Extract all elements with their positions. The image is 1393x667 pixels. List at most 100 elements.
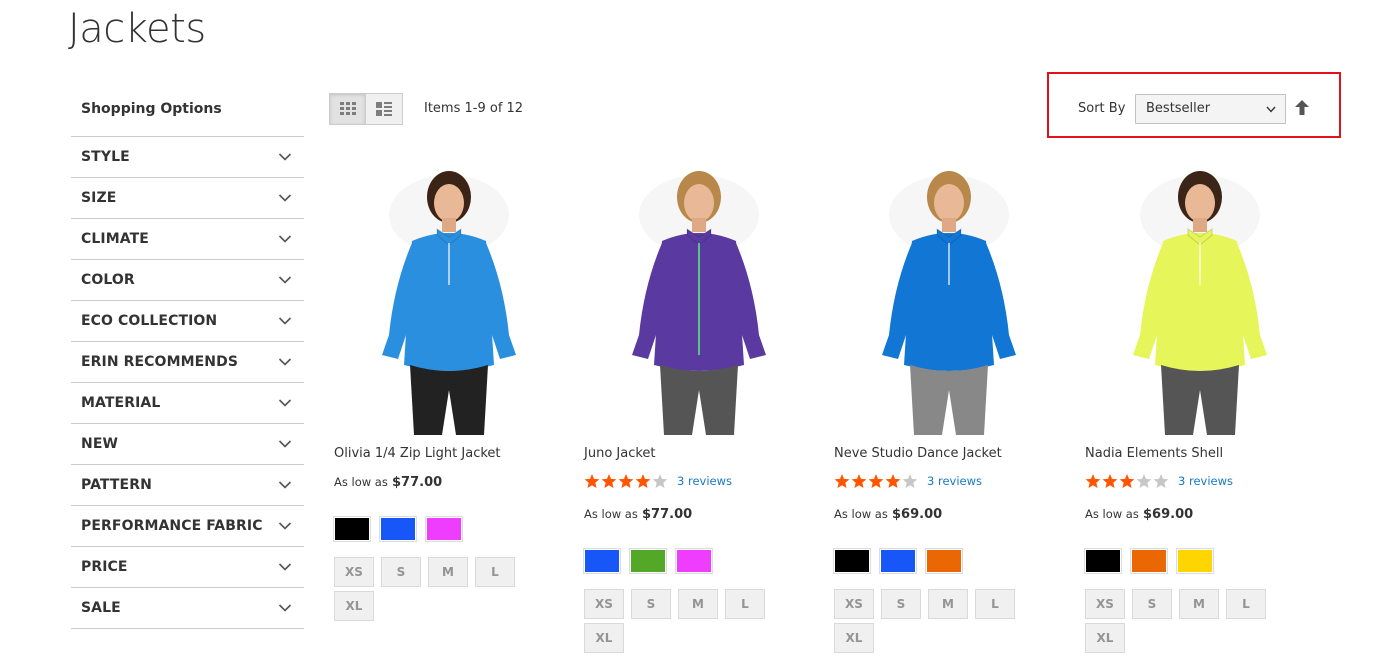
filter-material[interactable]: MATERIAL <box>71 383 304 424</box>
chevron-down-icon <box>278 194 292 202</box>
filter-sale[interactable]: SALE <box>71 588 304 629</box>
size-swatches: XS S M L XL <box>1085 589 1285 657</box>
color-swatch[interactable] <box>379 516 417 542</box>
sidebar-filters: Shopping Options STYLE SIZE CLIMATE COLO… <box>71 94 304 629</box>
product-image[interactable] <box>584 155 814 435</box>
reviews-link[interactable]: 3 reviews <box>1178 474 1233 488</box>
view-mode-switcher <box>329 93 403 125</box>
star-icon <box>635 474 651 488</box>
star-icon <box>834 474 850 488</box>
size-swatch[interactable]: XL <box>1085 623 1125 653</box>
filter-style[interactable]: STYLE <box>71 137 304 178</box>
list-view-button[interactable] <box>366 93 403 125</box>
list-icon <box>376 102 392 116</box>
star-icon <box>652 474 668 488</box>
size-swatch[interactable]: M <box>1179 589 1219 619</box>
rating-stars <box>1085 473 1170 489</box>
filter-label: STYLE <box>81 149 130 165</box>
product-name-link[interactable]: Juno Jacket <box>584 446 656 461</box>
color-swatches <box>1084 548 1223 574</box>
size-swatch[interactable]: M <box>928 589 968 619</box>
chevron-down-icon <box>278 153 292 161</box>
size-swatch[interactable]: XS <box>834 589 874 619</box>
size-swatch[interactable]: L <box>725 589 765 619</box>
color-swatches <box>583 548 722 574</box>
sort-direction-arrow-icon[interactable] <box>1295 100 1309 116</box>
sort-by-select[interactable]: Bestseller <box>1135 94 1286 124</box>
filter-erin-recommends[interactable]: ERIN RECOMMENDS <box>71 342 304 383</box>
filter-label: NEW <box>81 436 119 452</box>
size-swatch[interactable]: L <box>475 557 515 587</box>
size-swatch[interactable]: XL <box>584 623 624 653</box>
filter-pattern[interactable]: PATTERN <box>71 465 304 506</box>
price-box: As low as $69.00 <box>1085 507 1193 522</box>
grid-view-button[interactable] <box>329 93 366 125</box>
product-rating: 3 reviews <box>584 473 732 489</box>
price-label: As low as <box>584 507 638 521</box>
product-name-link[interactable]: Neve Studio Dance Jacket <box>834 446 1002 461</box>
size-swatch[interactable]: S <box>381 557 421 587</box>
product-image[interactable] <box>834 155 1064 435</box>
chevron-down-icon <box>278 481 292 489</box>
sort-by-value: Bestseller <box>1146 101 1211 116</box>
color-swatch[interactable] <box>425 516 463 542</box>
product-rating: 3 reviews <box>834 473 982 489</box>
reviews-link[interactable]: 3 reviews <box>677 474 732 488</box>
filter-label: SIZE <box>81 190 117 206</box>
filter-eco-collection[interactable]: ECO COLLECTION <box>71 301 304 342</box>
size-swatch[interactable]: S <box>881 589 921 619</box>
size-swatch[interactable]: XS <box>584 589 624 619</box>
sort-by-label: Sort By <box>1078 101 1126 116</box>
size-swatch[interactable]: S <box>1132 589 1172 619</box>
color-swatches <box>333 516 472 542</box>
color-swatch[interactable] <box>833 548 871 574</box>
grid-icon <box>339 102 356 115</box>
product-name-link[interactable]: Olivia 1/4 Zip Light Jacket <box>334 446 501 461</box>
color-swatch[interactable] <box>583 548 621 574</box>
toolbar-amount: Items 1-9 of 12 <box>424 101 524 116</box>
chevron-down-icon <box>278 563 292 571</box>
color-swatch[interactable] <box>675 548 713 574</box>
size-swatch[interactable]: XL <box>834 623 874 653</box>
chevron-down-icon <box>278 317 292 325</box>
reviews-link[interactable]: 3 reviews <box>927 474 982 488</box>
filter-size[interactable]: SIZE <box>71 178 304 219</box>
product-image[interactable] <box>334 155 564 435</box>
size-swatch[interactable]: XS <box>1085 589 1125 619</box>
filter-climate[interactable]: CLIMATE <box>71 219 304 260</box>
product-image[interactable] <box>1085 155 1315 435</box>
star-icon <box>584 474 600 488</box>
star-icon <box>1085 474 1101 488</box>
color-swatch[interactable] <box>1176 548 1214 574</box>
star-icon <box>601 474 617 488</box>
size-swatch[interactable]: L <box>975 589 1015 619</box>
color-swatch[interactable] <box>879 548 917 574</box>
color-swatch[interactable] <box>1084 548 1122 574</box>
chevron-down-icon <box>1266 106 1276 113</box>
size-swatches: XS S M L XL <box>334 557 534 625</box>
filter-label: PERFORMANCE FABRIC <box>81 518 263 534</box>
color-swatch[interactable] <box>925 548 963 574</box>
star-icon <box>851 474 867 488</box>
star-icon <box>885 474 901 488</box>
star-icon <box>1119 474 1135 488</box>
color-swatch[interactable] <box>1130 548 1168 574</box>
size-swatch[interactable]: M <box>428 557 468 587</box>
size-swatch[interactable]: XL <box>334 591 374 621</box>
filter-price[interactable]: PRICE <box>71 547 304 588</box>
filter-color[interactable]: COLOR <box>71 260 304 301</box>
size-swatch[interactable]: L <box>1226 589 1266 619</box>
size-swatch[interactable]: S <box>631 589 671 619</box>
filter-new[interactable]: NEW <box>71 424 304 465</box>
size-swatch[interactable]: XS <box>334 557 374 587</box>
size-swatch[interactable]: M <box>678 589 718 619</box>
price-label: As low as <box>834 507 888 521</box>
star-icon <box>618 474 634 488</box>
filter-label: PRICE <box>81 559 128 575</box>
price-box: As low as $69.00 <box>834 507 942 522</box>
product-name-link[interactable]: Nadia Elements Shell <box>1085 446 1223 461</box>
color-swatch[interactable] <box>333 516 371 542</box>
chevron-down-icon <box>278 440 292 448</box>
color-swatch[interactable] <box>629 548 667 574</box>
filter-performance-fabric[interactable]: PERFORMANCE FABRIC <box>71 506 304 547</box>
